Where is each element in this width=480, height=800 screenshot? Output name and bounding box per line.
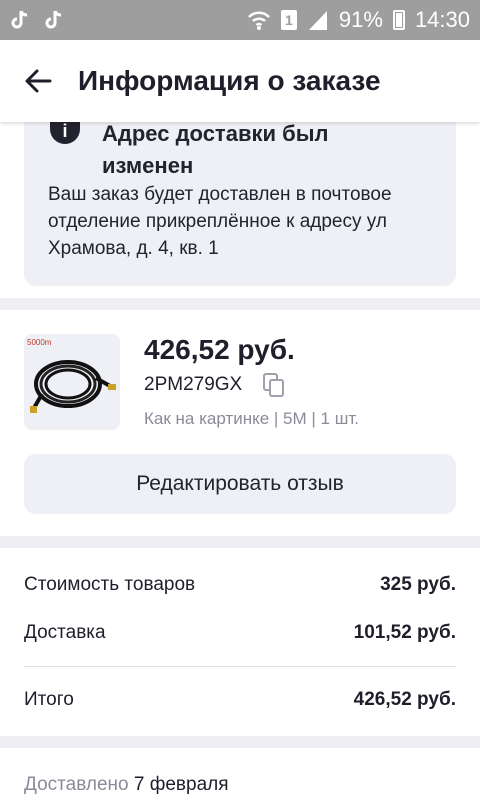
- back-button[interactable]: [20, 63, 56, 99]
- tiktok-icon: [10, 9, 30, 31]
- edit-review-button[interactable]: Редактировать отзыв: [24, 454, 456, 514]
- delivery-status: Доставлено 7 февраля: [24, 774, 229, 796]
- delivery-cost-value: 101,52 руб.: [353, 622, 456, 643]
- arrow-left-icon: [25, 69, 52, 93]
- copy-icon[interactable]: [262, 372, 286, 398]
- info-icon: i: [50, 122, 80, 144]
- product-section: 5000m 426,52 руб. 2PM279GX Как на картин…: [0, 310, 480, 536]
- divider: [24, 666, 456, 667]
- price-summary-section: Стоимость товаров 325 руб. Доставка 101,…: [0, 548, 480, 736]
- product-price: 426,52 руб.: [144, 334, 295, 365]
- battery-percent: 91%: [338, 7, 383, 32]
- battery-icon: [392, 10, 405, 30]
- product-variant: Как на картинке | 5M | 1 шт.: [144, 409, 359, 428]
- app-bar: Информация о заказе: [0, 40, 480, 122]
- product-code: 2PM279GX: [144, 374, 243, 395]
- total-value: 426,52 руб.: [353, 689, 456, 710]
- cable-image: [30, 360, 116, 413]
- notice-text: Ваш заказ будет доставлен в почтовое отд…: [48, 184, 392, 259]
- items-cost-value: 325 руб.: [380, 574, 456, 595]
- product-image-label: 5000m: [27, 338, 52, 347]
- wifi-icon: [247, 9, 271, 31]
- page-title: Информация о заказе: [78, 65, 381, 96]
- status-bar: 1 91% 14:30: [0, 0, 480, 40]
- delivery-status-label: Доставлено: [24, 774, 129, 795]
- total-label: Итого: [24, 689, 74, 710]
- clock: 14:30: [414, 7, 470, 32]
- notice-section: i Адрес доставки был изменен Ваш заказ б…: [0, 121, 480, 298]
- product-image[interactable]: 5000m: [24, 334, 120, 430]
- sim-icon: 1: [280, 10, 297, 30]
- delivery-cost-row: Доставка 101,52 руб.: [24, 622, 456, 644]
- address-change-notice: i Адрес доставки был изменен Ваш заказ б…: [24, 121, 456, 286]
- delivery-cost-label: Доставка: [24, 622, 106, 643]
- tiktok-icon: [44, 9, 64, 31]
- total-row: Итого 426,52 руб.: [24, 689, 456, 711]
- notice-title: Адрес доставки был изменен: [102, 121, 329, 178]
- delivery-date: 7 февраля: [133, 774, 229, 795]
- signal-icon: [307, 9, 329, 31]
- delivery-status-section: Доставлено 7 февраля: [0, 748, 480, 800]
- items-cost-row: Стоимость товаров 325 руб.: [24, 574, 456, 596]
- items-cost-label: Стоимость товаров: [24, 574, 196, 595]
